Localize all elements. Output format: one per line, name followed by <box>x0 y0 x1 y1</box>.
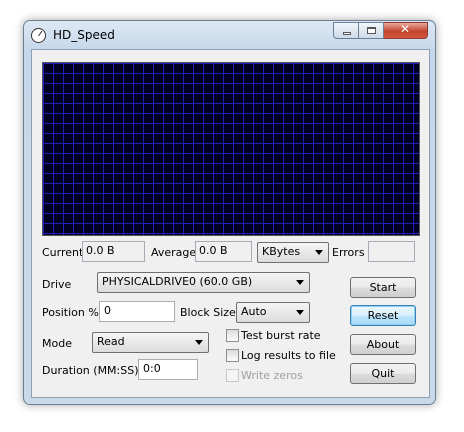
write-zeros-checkbox[interactable] <box>226 369 239 382</box>
log-results-label: Log results to file <box>241 349 336 362</box>
stopwatch-icon[interactable] <box>31 28 46 43</box>
quit-button[interactable]: Quit <box>350 363 416 384</box>
average-value: 0.0 B <box>195 241 252 262</box>
mode-select-value: Read <box>97 335 125 348</box>
drive-select-value: PHYSICALDRIVE0 (60.0 GB) <box>102 275 253 288</box>
average-label: Average <box>151 246 197 259</box>
chevron-down-icon <box>315 250 323 255</box>
about-button[interactable]: About <box>350 334 416 355</box>
position-input[interactable]: 0 <box>99 301 175 322</box>
client-area: Current 0.0 B Average 0.0 B KBytes Error… <box>31 49 430 398</box>
app-window: HD_Speed ✕ Current 0.0 B Average 0.0 B K… <box>23 20 436 405</box>
mode-label: Mode <box>42 337 72 350</box>
duration-label: Duration (MM:SS) <box>42 364 139 377</box>
minimize-button[interactable] <box>333 22 359 39</box>
drive-label: Drive <box>42 278 72 291</box>
position-label: Position % <box>42 306 99 319</box>
title-bar[interactable]: HD_Speed ✕ <box>24 21 435 49</box>
block-size-select-value: Auto <box>241 305 267 318</box>
errors-value <box>368 241 415 262</box>
block-size-label: Block Size <box>180 306 236 319</box>
chevron-down-icon <box>296 310 304 315</box>
chevron-down-icon <box>195 340 203 345</box>
close-button[interactable]: ✕ <box>384 22 428 39</box>
maximize-button[interactable] <box>359 22 384 39</box>
errors-label: Errors <box>332 246 365 259</box>
unit-select[interactable]: KBytes <box>257 242 329 263</box>
unit-select-value: KBytes <box>262 245 301 258</box>
current-label: Current <box>42 246 84 259</box>
window-title: HD_Speed <box>53 28 115 42</box>
current-value: 0.0 B <box>82 241 145 262</box>
reset-button[interactable]: Reset <box>350 305 416 326</box>
log-results-checkbox[interactable] <box>226 349 239 362</box>
caption-buttons: ✕ <box>333 22 428 39</box>
test-burst-rate-checkbox[interactable] <box>226 329 239 342</box>
drive-select[interactable]: PHYSICALDRIVE0 (60.0 GB) <box>97 272 310 293</box>
close-icon: ✕ <box>399 22 411 36</box>
write-zeros-label: Write zeros <box>241 369 303 382</box>
start-button[interactable]: Start <box>350 277 416 298</box>
test-burst-rate-label: Test burst rate <box>241 329 321 342</box>
chevron-down-icon <box>296 280 304 285</box>
mode-select[interactable]: Read <box>92 332 209 353</box>
block-size-select[interactable]: Auto <box>236 302 310 323</box>
speed-graph <box>42 62 420 236</box>
duration-input[interactable]: 0:0 <box>138 359 198 380</box>
